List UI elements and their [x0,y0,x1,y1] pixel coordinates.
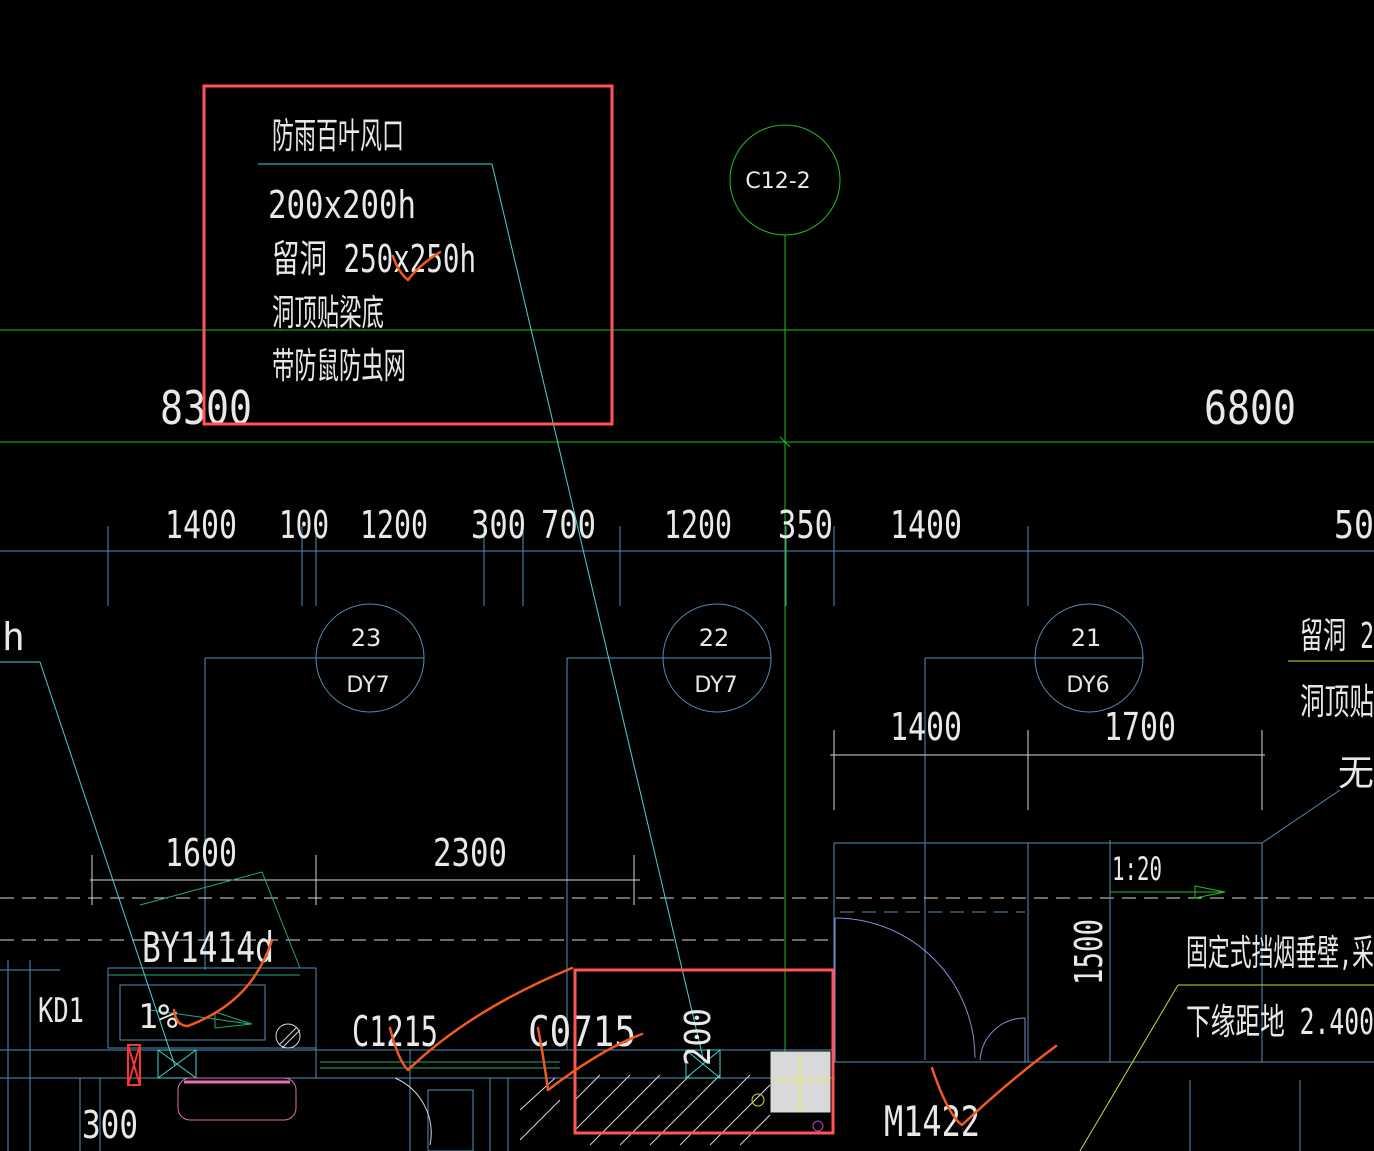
pink-fixture [177,1077,297,1121]
label-300-bottom: 300 [82,1103,138,1147]
floor-drain-icon [275,1023,301,1049]
fragment-h: h [2,615,25,659]
door-swing-left [394,1077,432,1146]
dim-label: 700 [541,503,596,547]
dim-label: 1200 [360,503,428,547]
pipe-marker-number: 22 [699,624,730,652]
pipe-marker-code: DY7 [346,673,389,698]
pipe-marker-code: DY6 [1066,673,1109,698]
vent-note-title: 防雨百叶风口 [272,116,404,157]
dim-2300: 2300 [433,831,507,875]
right-note-line1: 留洞 2 [1300,616,1374,657]
dim-label: 1400 [165,503,237,547]
dim-label: 50 [1334,503,1374,547]
pipe-marker-number: 21 [1071,624,1102,652]
mid-dimension-chain: 1400 1700 [830,705,1265,810]
smoke-note-line1: 固定式挡烟垂壁,采 [1186,933,1374,974]
vent-note-line4: 带防鼠防虫网 [272,346,406,387]
dim-1500: 1500 [1067,919,1111,985]
vent-note-size: 200x200h [268,183,416,227]
right-note-line3: 无 [1338,753,1374,794]
dim-label: 300 [471,503,526,547]
label-c0715: C0715 [528,1007,636,1056]
smoke-curtain-note: 固定式挡烟垂壁,采 下缘距地 2.400 [1186,933,1374,1043]
top-dimension-labels: 1400 100 1200 300 700 1200 350 1400 50 [165,503,1374,547]
dim-1600: 1600 [165,831,237,875]
right-note-bracket: | [1366,813,1374,854]
label-by1414d: BY1414d [142,923,274,972]
cad-drawing-canvas[interactable]: C12-2 8300 6800 1400 100 1200 300 700 12… [0,0,1374,1151]
vent-note-line3: 洞顶贴梁底 [272,293,384,334]
vent-note-hole: 留洞 250x250h [272,237,476,281]
pipe-marker-code: DY7 [694,673,737,698]
label-1-percent: 1% [138,997,178,1037]
dim-8300: 8300 [160,381,252,435]
dim-label: 350 [778,503,833,547]
dim-1400-mid: 1400 [890,705,962,749]
red-valve-icon [127,1044,141,1086]
dim-1700: 1700 [1104,705,1176,749]
slope-arrow: 1:20 [1110,850,1226,899]
right-annotation: 留洞 2 洞顶贴 无 | [1300,616,1374,854]
lower-dimension-chain: 1600 2300 [90,831,640,905]
column-grid-bubble[interactable]: C12-2 [729,124,841,236]
vent-symbol-1[interactable] [157,1049,197,1079]
smoke-note-line2: 下缘距地 2.400 [1186,1002,1374,1043]
dim-200-vertical: 200 [678,1008,719,1066]
label-kd1: KD1 [38,991,84,1031]
dim-label: 1200 [664,503,732,547]
dim-label: 100 [279,503,329,547]
right-note-line2: 洞顶贴 [1300,682,1374,723]
dim-label: 1400 [890,503,962,547]
door-swing-m1422 [834,917,1026,1062]
pipe-marker-23[interactable]: 23 DY7 [204,603,425,970]
dim-6800: 6800 [1204,381,1296,435]
pipe-marker-22[interactable]: 22 DY7 [566,603,772,1050]
column-grid-label: C12-2 [745,169,810,194]
slope-label: 1:20 [1112,850,1162,888]
pipe-marker-number: 23 [351,624,382,652]
vent-annotation: 防雨百叶风口 200x200h 留洞 250x250h 洞顶贴梁底 带防鼠防虫网 [268,116,476,387]
